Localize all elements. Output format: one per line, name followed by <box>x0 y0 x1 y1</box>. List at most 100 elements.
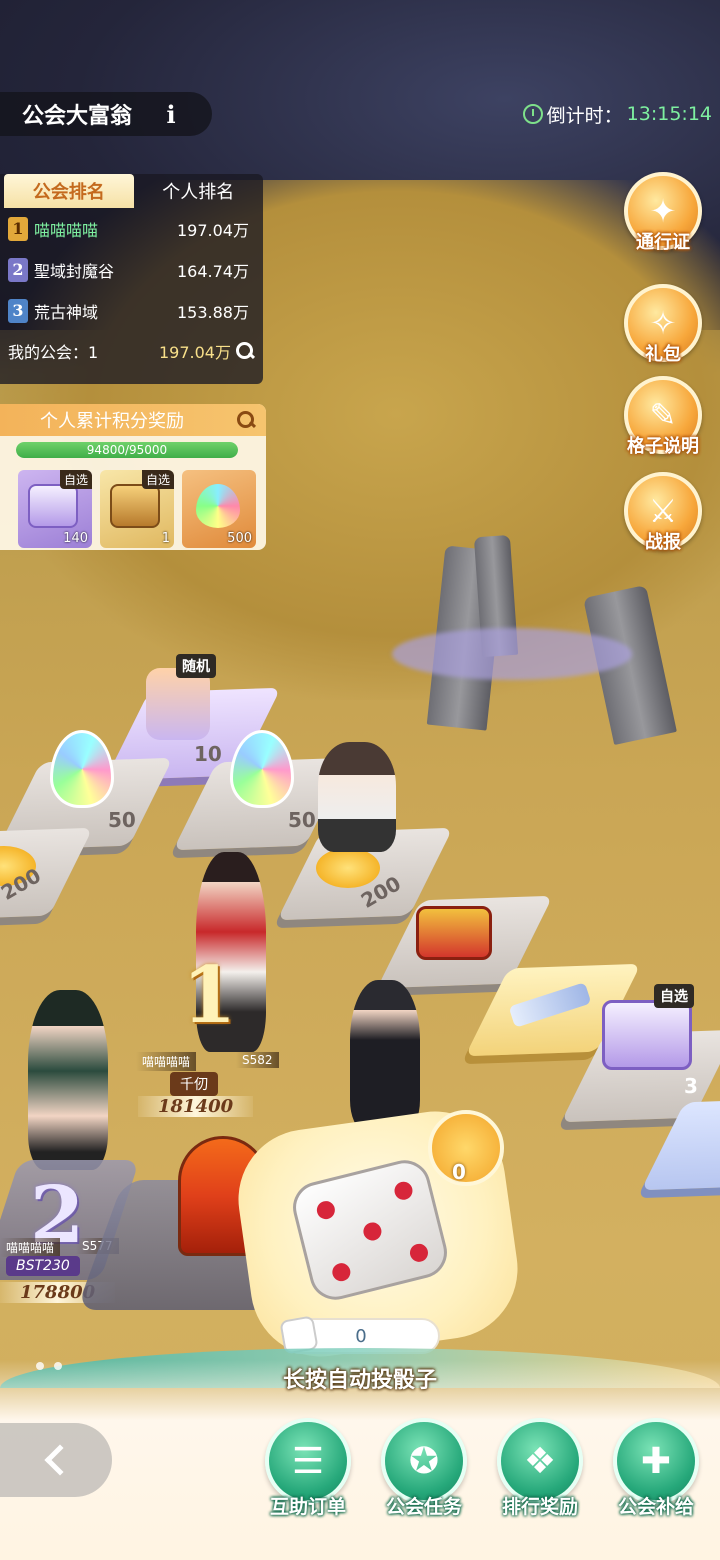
back-button[interactable] <box>0 1423 112 1497</box>
ranking-row: 2 聖域封魔谷 164.74万 <box>0 249 263 290</box>
page-dots <box>36 1362 62 1370</box>
rainbow-gem-icon <box>230 730 294 808</box>
gift-icon: ❖ <box>523 1440 557 1482</box>
battle-report-icon: ⚔ <box>648 492 678 530</box>
book-icon: ✎ <box>649 396 677 434</box>
ranking-guild-name: 荒古神域 <box>34 302 99 322</box>
treasure-chest-icon <box>110 484 160 528</box>
ranking-reward-button[interactable]: ❖ 排行奖励 <box>492 1418 588 1519</box>
supply-bag-icon: ✚ <box>640 1440 672 1482</box>
pass-icon: ✦ <box>649 192 677 230</box>
rank-badge: 2 <box>8 257 28 282</box>
ranking-score: 197.04万 <box>177 220 249 240</box>
dice-pip <box>361 1220 384 1243</box>
ranking-guild-name: 聖域封魔谷 <box>34 261 115 281</box>
dice-pip <box>408 1241 430 1264</box>
search-icon[interactable] <box>235 341 255 361</box>
rainbow-gem-icon <box>50 730 114 808</box>
tile-value: 50 <box>288 808 316 832</box>
first-place-power: 181400 <box>138 1096 254 1117</box>
scroll-icon: ☰ <box>291 1440 325 1482</box>
ranking-row: 3 荒古神域 153.88万 <box>0 290 263 331</box>
coin-icon <box>316 848 380 888</box>
reward-item[interactable]: 500 <box>182 470 256 548</box>
first-place-guild: 喵喵喵喵 <box>136 1052 197 1071</box>
ranking-score: 164.74万 <box>177 261 249 281</box>
dice-pip <box>330 1261 353 1284</box>
tile-value: 10 <box>194 742 222 766</box>
auto-roll-hint: 长按自动投骰子 <box>282 1368 437 1393</box>
side-button-label: 通行证 <box>636 232 690 253</box>
page-dot <box>36 1362 44 1370</box>
first-place-name: 千仞 <box>170 1072 218 1096</box>
ranking-panel: 公会排名 个人排名 1 喵喵喵喵 197.04万 2 聖域封魔谷 164.74万… <box>0 174 263 384</box>
guild-supply-button[interactable]: ✚ 公会补给 <box>608 1418 704 1519</box>
my-guild-row: 我的公会：1 197.04万 <box>0 331 263 371</box>
search-icon[interactable] <box>236 410 256 430</box>
player-chibi-avatar[interactable] <box>318 742 396 852</box>
leader-second-character[interactable] <box>28 990 108 1170</box>
reward-items: 自选 140 自选 1 500 <box>18 470 256 548</box>
gift-bag-button[interactable]: ✧ 礼包 <box>620 284 706 366</box>
ranking-row: 1 喵喵喵喵 197.04万 <box>0 208 263 249</box>
pass-button[interactable]: ✦ 通行证 <box>620 172 706 254</box>
reward-item[interactable]: 自选 140 <box>18 470 92 548</box>
countdown: 倒计时： 13:15:14 <box>522 100 712 128</box>
treasure-chest-icon <box>416 906 492 960</box>
gold-dice-count: 0 <box>452 1160 466 1184</box>
guild-task-button[interactable]: ✪ 公会任务 <box>376 1418 472 1519</box>
rainbow-gem-icon <box>196 484 240 528</box>
ranking-score: 153.88万 <box>177 302 249 322</box>
back-arrow-icon <box>44 1444 76 1476</box>
first-place-rank: 1 <box>182 950 237 1041</box>
tab-guild-ranking[interactable]: 公会排名 <box>4 174 134 208</box>
mutual-order-button[interactable]: ☰ 互助订单 <box>260 1418 356 1519</box>
ranking-guild-name: 喵喵喵喵 <box>34 220 99 240</box>
page-dot <box>54 1362 62 1370</box>
npc-character <box>350 980 420 1130</box>
gift-bag-icon: ✧ <box>649 304 677 342</box>
countdown-label: 倒计时： <box>546 104 623 127</box>
gift-box-icon <box>602 1000 692 1070</box>
my-guild-label: 我的公会：1 <box>8 343 99 362</box>
event-title-bar: 公会大富翁 i <box>0 92 212 136</box>
cell-guide-button[interactable]: ✎ 格子说明 <box>620 376 706 458</box>
my-guild-score: 197.04万 <box>159 343 231 362</box>
side-button-label: 战报 <box>645 532 681 553</box>
gold-dice-icon[interactable] <box>428 1110 504 1186</box>
rank-badge: 3 <box>8 298 28 323</box>
side-button-label: 礼包 <box>645 344 681 365</box>
info-icon[interactable]: i <box>162 99 180 129</box>
tile-value: 3 <box>684 1074 698 1098</box>
second-place-name: BST230 <box>6 1256 80 1276</box>
optional-tag: 自选 <box>59 470 92 489</box>
optional-tag: 自选 <box>654 984 694 1008</box>
dock-button-label: 互助订单 <box>269 1496 346 1518</box>
clock-icon <box>522 104 543 124</box>
tile-value: 50 <box>108 808 136 832</box>
reward-count: 140 <box>63 531 88 546</box>
side-button-label: 格子说明 <box>627 436 699 457</box>
random-tag: 随机 <box>176 654 216 678</box>
score-reward-header: 个人累计积分奖励 <box>0 404 266 436</box>
battle-report-button[interactable]: ⚔ 战报 <box>620 472 706 554</box>
reward-count: 500 <box>227 531 252 546</box>
dice-pip <box>314 1199 337 1221</box>
event-title: 公会大富翁 <box>22 104 133 129</box>
purple-mist <box>392 628 632 680</box>
reward-item[interactable]: 自选 1 <box>100 470 174 548</box>
dock-button-label: 排行奖励 <box>501 1496 578 1518</box>
first-place-server: S582 <box>236 1052 279 1068</box>
score-progress-text: 94800/95000 <box>86 443 168 457</box>
optional-tag: 自选 <box>141 470 174 489</box>
tab-personal-ranking[interactable]: 个人排名 <box>134 174 264 208</box>
gift-box-icon <box>28 484 78 528</box>
ranking-tabs: 公会排名 个人排名 <box>0 174 263 208</box>
rank-badge: 1 <box>8 216 28 241</box>
dock-button-label: 公会任务 <box>385 1496 462 1518</box>
countdown-value: 13:15:14 <box>626 103 712 125</box>
second-place-guild: 喵喵喵喵 <box>0 1238 61 1257</box>
dice-count: 0 <box>355 1325 367 1347</box>
dice-pip <box>392 1179 415 1202</box>
score-reward-title: 个人累计积分奖励 <box>40 411 184 432</box>
